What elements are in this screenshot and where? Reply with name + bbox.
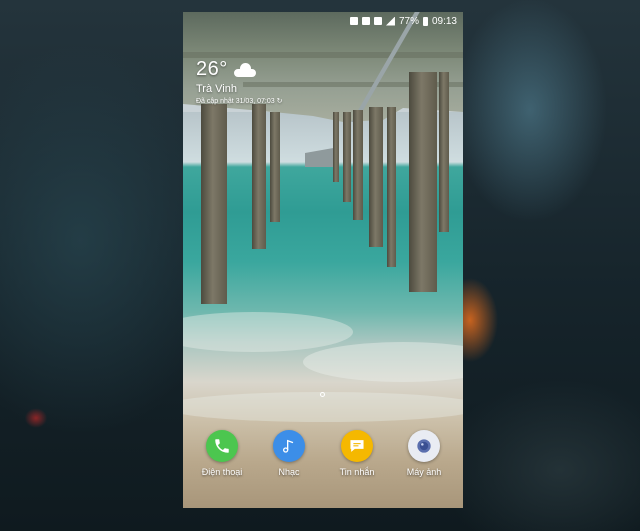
pier-pillar — [333, 112, 339, 182]
status-bar: 77% 09:13 — [183, 12, 463, 30]
app-messages[interactable]: Tin nhắn — [327, 430, 387, 477]
pier-pillar — [369, 107, 383, 247]
signal-icon — [385, 16, 395, 26]
pier-pillar — [439, 72, 449, 232]
app-camera[interactable]: Máy ảnh — [394, 430, 454, 477]
pier-pillar — [409, 72, 437, 292]
app-phone[interactable]: Điện thoại — [192, 430, 252, 477]
music-note-icon[interactable] — [273, 430, 305, 462]
app-label: Máy ảnh — [406, 467, 442, 477]
phone-icon[interactable] — [206, 430, 238, 462]
clock: 09:13 — [431, 15, 457, 27]
weather-updated: Đã cập nhật 31/03, 07:03 ↻ — [196, 97, 282, 105]
sim-icon — [373, 17, 382, 25]
wave-foam — [303, 342, 463, 382]
pier-pillar — [387, 107, 396, 267]
cloud-icon — [233, 62, 256, 77]
notification-icon — [361, 17, 370, 25]
weather-updated-text: Đã cập nhật 31/03, 07:03 — [196, 98, 275, 105]
notification-icon — [349, 17, 358, 25]
pier-pillar — [201, 104, 227, 304]
pier-pillar — [252, 104, 266, 249]
weather-widget[interactable]: 26° Trà Vinh Đã cập nhật 31/03, 07:03 ↻ — [196, 58, 282, 105]
message-icon[interactable] — [341, 430, 373, 462]
pier-pillar — [353, 110, 363, 220]
page-indicator[interactable] — [320, 392, 325, 397]
app-music[interactable]: Nhạc — [259, 430, 319, 477]
phone-home-screen: 77% 09:13 26° Trà Vinh Đã cập nhật 31/03… — [183, 12, 463, 508]
camera-icon[interactable] — [408, 430, 440, 462]
refresh-icon[interactable]: ↻ — [277, 98, 283, 105]
app-label: Nhạc — [278, 467, 300, 477]
weather-city: Trà Vinh — [196, 83, 237, 95]
battery-icon — [422, 16, 428, 26]
wave-foam — [183, 312, 353, 352]
pier-pillar — [343, 112, 351, 202]
temperature: 26° — [196, 58, 228, 80]
app-label: Điện thoại — [201, 467, 243, 477]
app-dock: Điện thoại Nhạc Tin nhắn Máy ảnh — [183, 430, 463, 492]
battery-percent: 77% — [398, 15, 419, 27]
app-label: Tin nhắn — [339, 467, 375, 477]
pier-pillar — [270, 112, 280, 222]
